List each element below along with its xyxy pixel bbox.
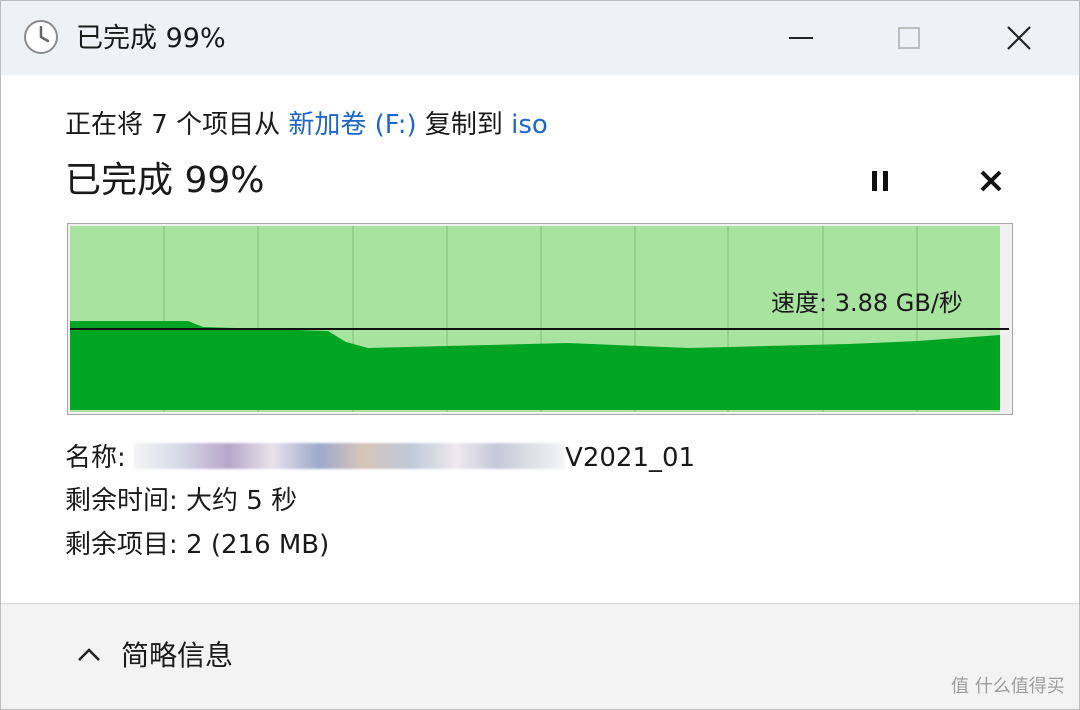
copy-description: 正在将 7 个项目从 新加卷 (F:) 复制到 iso [65,107,548,143]
time-remaining-value: 大约 5 秒 [186,486,298,516]
pause-icon [869,169,891,197]
window-close-button[interactable] [969,1,1069,75]
copy-middle: 复制到 [416,110,512,140]
destination-link[interactable]: iso [511,110,548,140]
items-remaining-value: 2 (216 MB) [186,530,330,560]
title-bar[interactable]: 已完成 99% [1,1,1079,75]
source-link[interactable]: 新加卷 (F:) [288,110,416,140]
maximize-icon [897,26,921,50]
file-name-suffix: V2021_01 [565,443,696,473]
progress-percentage: 已完成 99% [65,160,265,201]
watermark: 值 什么值得买 [951,675,1065,699]
redacted-file-name [134,443,566,469]
watermark-text: 值 什么值得买 [951,676,1065,697]
file-name-row: 名称: V2021_01 [65,440,695,476]
maximize-button[interactable] [859,1,959,75]
minimize-button[interactable] [751,1,851,75]
file-name-label: 名称: [65,443,135,473]
time-remaining-row: 剩余时间: 大约 5 秒 [65,483,297,519]
time-remaining-label: 剩余时间: [65,486,187,516]
copy-progress-window: 已完成 99% 正在将 7 个项目从 新加卷 (F:) 复制到 iso 已完成 … [0,0,1080,710]
pause-button[interactable] [857,163,903,203]
close-icon [979,169,1003,197]
clock-icon [23,19,59,55]
copy-prefix: 正在将 7 个项目从 [65,110,289,140]
items-remaining-row: 剩余项目: 2 (216 MB) [65,527,329,563]
close-icon [1005,24,1033,52]
minimize-icon [787,28,815,48]
speed-label: 速度: 3.88 GB/秒 [771,289,963,317]
brief-info-toggle[interactable]: 简略信息 [121,637,233,675]
chevron-up-icon[interactable] [75,641,103,669]
cancel-copy-button[interactable] [968,163,1014,203]
window-title: 已完成 99% [76,23,226,54]
items-remaining-label: 剩余项目: [65,530,187,560]
